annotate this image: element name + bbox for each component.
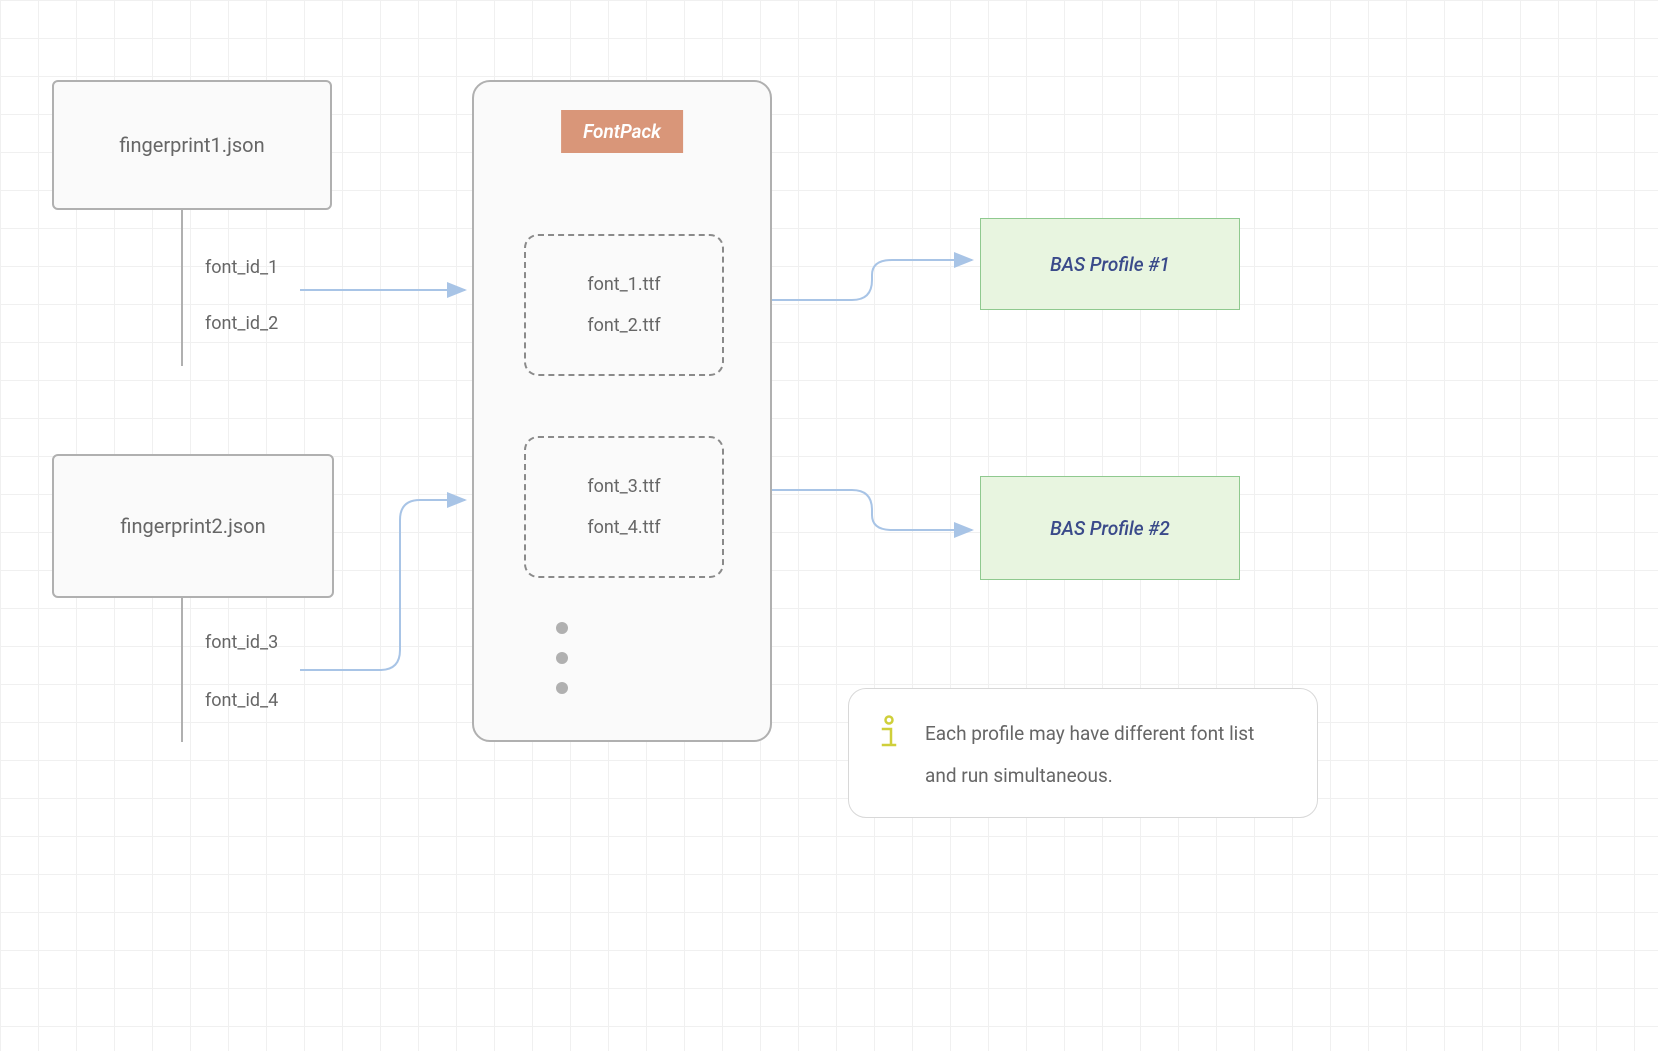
profile-label: BAS Profile #1 xyxy=(1050,253,1170,276)
profile-box-2: BAS Profile #2 xyxy=(980,476,1240,580)
fontpack-header: FontPack xyxy=(561,110,683,153)
fingerprint-file-box-1: fingerprint1.json xyxy=(52,80,332,210)
font-id-label: font_id_3 xyxy=(205,632,278,653)
connector-line xyxy=(180,598,184,742)
fingerprint-file-label: fingerprint2.json xyxy=(120,514,265,538)
arrow-connector xyxy=(772,480,982,550)
connector-line xyxy=(180,210,184,366)
profile-label: BAS Profile #2 xyxy=(1050,517,1170,540)
profile-box-1: BAS Profile #1 xyxy=(980,218,1240,310)
font-file-label: font_2.ttf xyxy=(587,315,660,336)
info-note-card: Each profile may have different font lis… xyxy=(848,688,1318,818)
font-file-label: font_3.ttf xyxy=(587,476,660,497)
font-file-label: font_1.ttf xyxy=(587,274,660,295)
font-group-box-2: font_3.ttf font_4.ttf xyxy=(524,436,724,578)
arrow-connector xyxy=(772,250,982,310)
info-note-text: Each profile may have different font lis… xyxy=(925,713,1289,797)
fingerprint-file-label: fingerprint1.json xyxy=(119,133,264,157)
font-group-box-1: font_1.ttf font_2.ttf xyxy=(524,234,724,376)
font-file-label: font_4.ttf xyxy=(587,517,660,538)
fontpack-container: FontPack font_1.ttf font_2.ttf font_3.tt… xyxy=(472,80,772,742)
arrow-connector xyxy=(300,280,480,300)
ellipsis-icon xyxy=(556,622,568,694)
diagram-canvas: fingerprint1.json font_id_1 font_id_2 fi… xyxy=(0,0,1658,1051)
info-icon xyxy=(877,715,901,753)
fingerprint-file-box-2: fingerprint2.json xyxy=(52,454,334,598)
fontpack-title: FontPack xyxy=(583,120,661,143)
font-id-label: font_id_2 xyxy=(205,313,278,334)
font-id-label: font_id_4 xyxy=(205,690,278,711)
font-id-label: font_id_1 xyxy=(205,257,278,278)
